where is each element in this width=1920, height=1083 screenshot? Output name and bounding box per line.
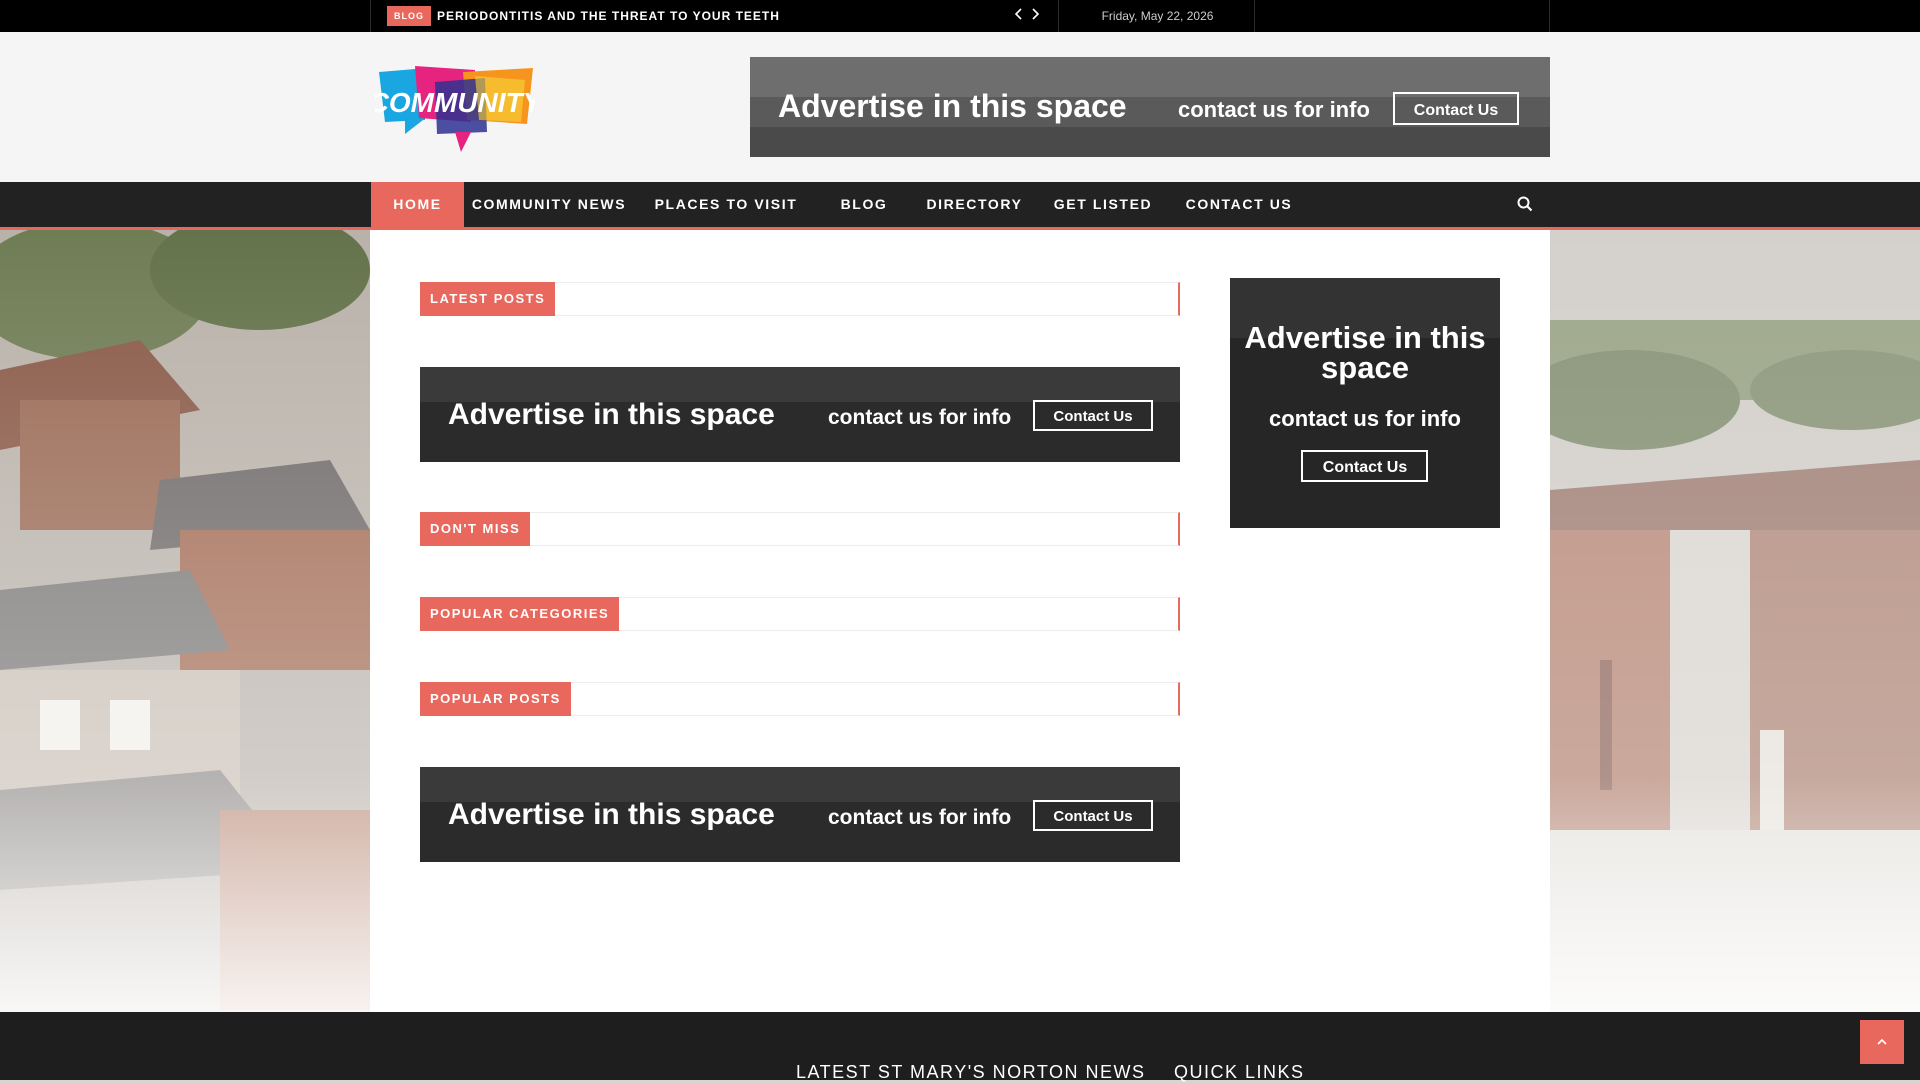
nav-item-blog[interactable]: BLOG [818,182,910,227]
chevron-up-icon [1877,1038,1887,1045]
back-to-top-button[interactable] [1860,1020,1904,1064]
block-title: DON'T MISS [420,512,531,546]
ad-contact-label[interactable]: Contact Us [1053,408,1132,425]
nav-item-community-news[interactable]: COMMUNITY NEWS [464,182,634,227]
site-logo[interactable]: COMMUNITY [369,62,544,157]
divider [1058,0,1059,32]
nav-item-places-to-visit[interactable]: PLACES TO VISIT [634,182,818,227]
site-footer: LATEST ST MARY'S NORTON NEWS QUICK LINKS [0,1012,1920,1082]
search-icon[interactable] [1516,195,1534,213]
block-title: POPULAR POSTS [420,682,571,716]
dont-miss-header: DON'T MISS [420,512,1180,546]
divider [370,0,371,32]
ad-contact-label[interactable]: Contact Us [1053,808,1132,825]
top-bar: BLOG PERIODONTITIS AND THE THREAT TO YOU… [0,0,1920,32]
ad-headline: Advertise in this space [778,88,1127,124]
chevron-left-icon[interactable] [1012,7,1026,23]
ad-subline: contact us for info [1269,406,1461,431]
current-date: Friday, May 22, 2026 [1101,9,1214,23]
logo-text: COMMUNITY [375,87,535,118]
content-ad-banner-1[interactable]: Advertise in this space contact us for i… [420,367,1180,462]
ad-subline: contact us for info [828,406,1011,429]
nav-item-home[interactable]: HOME [371,182,464,227]
nav-item-contact-us[interactable]: CONTACT US [1167,182,1311,227]
main-navigation: HOME COMMUNITY NEWS PLACES TO VISIT BLOG… [0,182,1920,230]
ad-subline: contact us for info [828,806,1011,829]
site-header: COMMUNITY Advertise in this space contac… [0,32,1920,182]
ad-subline: contact us for info [1178,97,1370,122]
nav-item-get-listed[interactable]: GET LISTED [1039,182,1167,227]
latest-posts-header: LATEST POSTS [420,282,1180,316]
block-title: LATEST POSTS [420,282,556,316]
main-navigation-inner: HOME COMMUNITY NEWS PLACES TO VISIT BLOG… [371,182,1549,227]
content-ad-banner-2[interactable]: Advertise in this space contact us for i… [420,767,1180,862]
nav-item-directory[interactable]: DIRECTORY [910,182,1039,227]
ad-contact-label[interactable]: Contact Us [1323,459,1408,476]
main-content: LATEST POSTS Advertise in this space con… [370,230,1550,1012]
sidebar-ad-banner[interactable]: Advertise in this space contact us for i… [1230,278,1500,528]
ad-headline: Advertise in this space [448,398,775,431]
trending-headline-link[interactable]: PERIODONTITIS AND THE THREAT TO YOUR TEE… [437,0,780,32]
category-badge[interactable]: BLOG [387,6,431,26]
background-town-photo-left [0,230,370,1012]
popular-categories-header: POPULAR CATEGORIES [420,597,1180,631]
chevron-right-icon[interactable] [1028,7,1042,23]
divider [1254,0,1255,32]
top-bar-inner: BLOG PERIODONTITIS AND THE THREAT TO YOU… [370,0,1550,32]
divider [1549,0,1550,32]
ad-contact-label[interactable]: Contact Us [1414,102,1499,119]
background-town-photo-right [1550,230,1920,1012]
header-ad-banner[interactable]: Advertise in this space contact us for i… [750,57,1550,157]
ad-headline: Advertise in this space [448,798,775,831]
popular-posts-header: POPULAR POSTS [420,682,1180,716]
block-title: POPULAR CATEGORIES [420,597,620,631]
ad-headline-line-2: space [1321,350,1409,385]
